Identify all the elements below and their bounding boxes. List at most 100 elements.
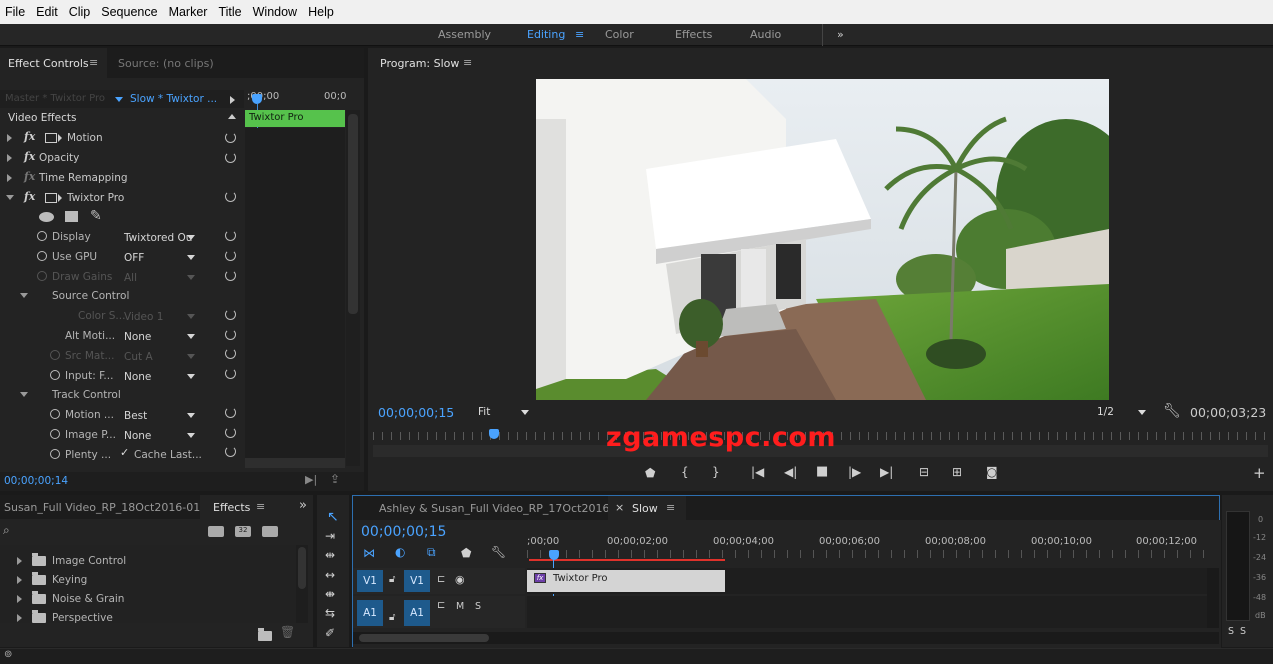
stopwatch-input-icon[interactable] [50,370,60,380]
add-marker-timeline-icon[interactable]: ⬟ [461,546,471,560]
go-to-in-icon[interactable]: |◀ [751,465,764,479]
status-icon[interactable]: ⊚ [4,649,12,660]
play-audio-icon[interactable]: ▶| [305,473,317,486]
slip-tool-icon[interactable]: ⇼ [325,587,335,601]
razor-tool-icon[interactable]: ⇆ [325,606,335,620]
wrench-icon[interactable]: 🔧︎ [1163,403,1181,419]
reset-motion-icon[interactable] [225,132,236,143]
clip-dropdown-icon[interactable] [115,97,123,102]
fit-dropdown-icon[interactable] [521,410,529,415]
workspace-audio[interactable]: Audio [750,28,781,41]
program-playhead[interactable] [488,429,499,439]
track-target-v1[interactable]: V1 [404,570,430,592]
more-workspaces-icon[interactable]: » [837,28,844,41]
sync-lock-v1-icon[interactable]: ⊏ [437,574,445,585]
yuv-effects-icon[interactable] [262,526,278,537]
reset-input-icon[interactable] [225,368,236,379]
timeline-vscroll[interactable] [1207,568,1219,628]
rectangle-mask-icon[interactable] [65,211,78,222]
more-panels-icon[interactable]: » [299,498,307,513]
pen-mask-icon[interactable]: ✎ [90,208,102,224]
ec-scrollbar-thumb[interactable] [348,114,358,314]
effect-folder-keying[interactable]: Keying [52,574,87,586]
collapse-icon[interactable] [228,114,236,119]
effects-scrollbar-thumb[interactable] [298,547,306,589]
step-forward-icon[interactable]: |▶ [848,465,861,479]
expand-perspective-icon[interactable] [17,614,22,622]
export-frame-camera-icon[interactable]: ◙ [986,465,998,479]
ellipse-mask-icon[interactable] [39,212,54,222]
effects-search-input[interactable] [14,525,204,539]
extract-icon[interactable]: ⊞ [952,465,962,479]
motion-vectors-select[interactable]: Best [122,408,197,423]
timeline-menu-icon[interactable]: ≡ [666,501,675,514]
solo-a1-button[interactable]: S [475,601,481,612]
lock-v1-icon[interactable]: 🔓︎ [389,574,395,585]
source-patch-a1[interactable]: A1 [357,600,383,626]
fit-select[interactable]: Fit [478,406,490,418]
expand-noise-grain-icon[interactable] [17,595,22,603]
menu-sequence[interactable]: Sequence [96,5,163,19]
track-select-tool-icon[interactable]: ⇥ [325,529,335,543]
stopwatch-plenty-icon[interactable] [50,449,60,459]
toggle-output-eye-icon[interactable]: ◉ [455,573,465,586]
reset-motion-vectors-icon[interactable] [225,407,236,418]
menu-file[interactable]: File [0,5,31,19]
ec-timecode[interactable]: 00;00;00;14 [4,475,68,487]
source-patch-v1[interactable]: V1 [357,570,383,592]
stopwatch-image-prep-icon[interactable] [50,429,60,439]
reset-opacity-icon[interactable] [225,152,236,163]
program-monitor-title[interactable]: Program: Slow [380,57,459,70]
effect-folder-perspective[interactable]: Perspective [52,612,113,624]
timeline-hscroll-thumb[interactable] [359,634,489,642]
reset-display-icon[interactable] [225,230,236,241]
stopwatch-display-icon[interactable] [37,231,47,241]
workspace-assembly[interactable]: Assembly [438,28,491,41]
reset-alt-motion-icon[interactable] [225,329,236,340]
collapse-track-control-icon[interactable] [20,392,28,397]
ripple-edit-tool-icon[interactable]: ⇹ [325,548,335,562]
pen-tool-icon[interactable]: ✐ [325,626,335,640]
effects-menu-icon[interactable]: ≡ [256,500,265,513]
new-bin-icon[interactable] [258,628,272,641]
solo-right-button[interactable]: S [1240,626,1246,637]
collapse-source-control-icon[interactable] [20,293,28,298]
tab-source[interactable]: Source: (no clips) [118,57,214,70]
play-clip-icon[interactable] [230,96,235,104]
expand-motion-icon[interactable] [7,134,12,142]
close-tab-icon[interactable]: × [615,501,624,514]
mark-in-icon[interactable]: { [681,465,689,479]
search-icon[interactable]: ⌕ [3,523,10,538]
selection-tool-icon[interactable]: ↖ [327,509,339,525]
master-clip-label[interactable]: Master * Twixtor Pro [5,93,105,104]
menu-marker[interactable]: Marker [164,5,214,19]
timeline-clip-twixtor[interactable]: Twixtor Pro [527,570,725,592]
export-frame-icon[interactable]: ⇪ [330,472,340,486]
alt-motion-select[interactable]: None [122,329,197,344]
program-timecode[interactable]: 00;00;00;15 [378,405,454,420]
timeline-timecode[interactable]: 00;00;00;15 [361,524,446,540]
delete-icon[interactable]: 🗑︎ [280,625,295,639]
stopwatch-gpu-icon[interactable] [37,251,47,261]
tab-effect-controls[interactable]: Effect Controls [8,57,89,70]
effect-folder-image-control[interactable]: Image Control [52,555,126,567]
ec-clip-bar[interactable]: Twixtor Pro [245,110,345,127]
resolution-select[interactable]: 1/2 [1097,406,1114,418]
display-select[interactable]: Twixtored Ou [122,230,197,245]
input-select[interactable]: None [122,369,197,384]
snap-icon[interactable]: ⋈ [363,546,375,560]
timeline-settings-icon[interactable]: 🔧︎ [491,545,506,559]
program-video-frame[interactable] [536,79,1109,400]
accelerated-effects-icon[interactable] [208,526,224,537]
mute-a1-button[interactable]: M [456,601,464,612]
fx-motion-icon[interactable]: fx [24,130,35,143]
tab-sequence-ashley-susan[interactable]: Ashley & Susan_Full Video_RP_17Oct2016 [379,502,609,515]
linked-selection-icon[interactable]: ◐ [395,545,405,559]
expand-time-remap-icon[interactable] [7,174,12,182]
twixtor-transform-icon[interactable] [45,193,57,203]
motion-transform-icon[interactable] [45,133,57,143]
image-prep-select[interactable]: None [122,428,197,443]
mark-out-icon[interactable]: } [712,465,720,479]
reset-plenty-icon[interactable] [225,446,236,457]
menu-help[interactable]: Help [303,5,340,19]
